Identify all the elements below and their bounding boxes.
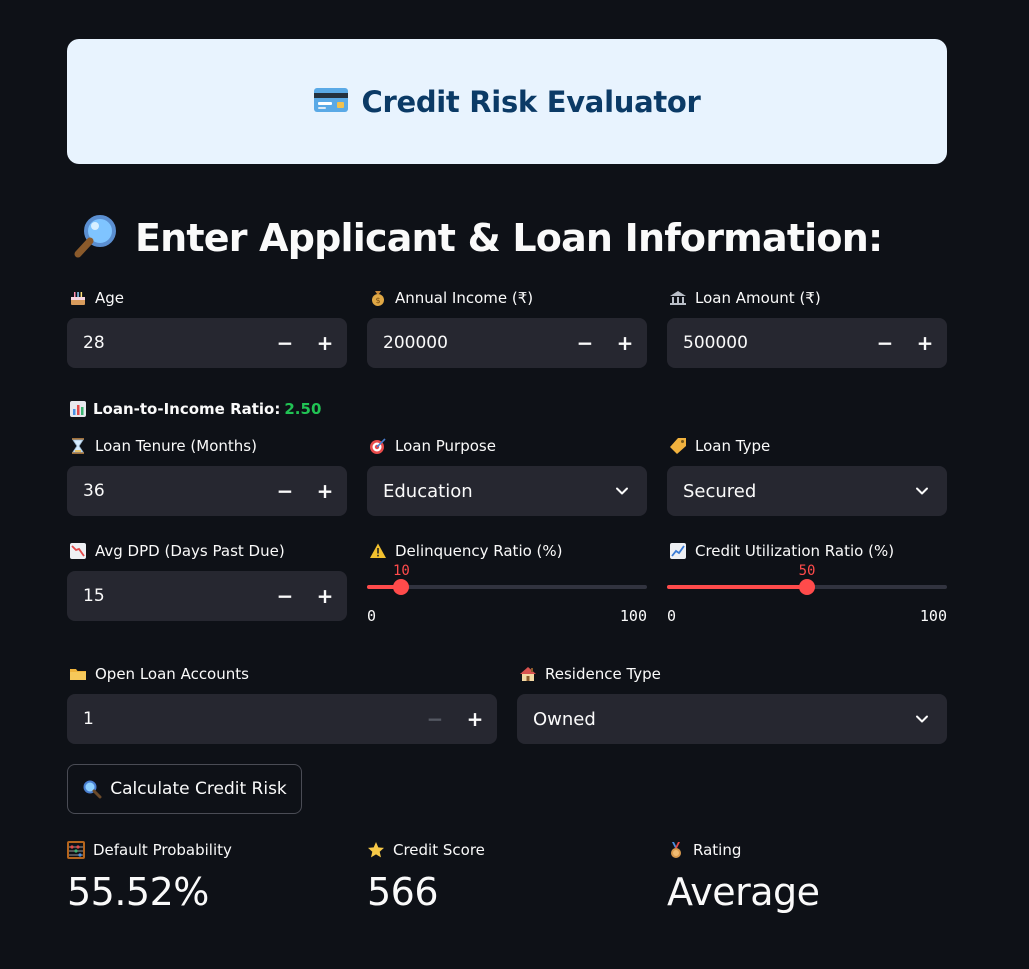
credit-card-icon [313,87,349,117]
medal-icon [667,841,685,859]
loan-amount-value[interactable]: 500000 [683,318,748,368]
age-field: Age 28 − + [67,288,347,368]
slider-min: 0 [367,607,377,625]
default-probability-value: 55.52% [67,870,209,914]
residence-select[interactable]: Owned [517,694,947,744]
income-label: Annual Income (₹) [395,289,534,307]
delinquency-field: Delinquency Ratio (%) 10 0 100 [367,541,647,641]
loan-type-field: Loan Type Secured [667,436,947,516]
rating-label: Rating [693,841,742,859]
credit-score-label: Credit Score [393,841,485,859]
credit-score-metric: Credit Score 566 [367,840,485,914]
dpd-label: Avg DPD (Days Past Due) [95,542,285,560]
utilization-slider[interactable]: 50 0 100 [667,541,947,631]
open-accounts-label: Open Loan Accounts [95,665,249,683]
tenure-value[interactable]: 36 [83,466,105,516]
tenure-input[interactable]: 36 − + [67,466,347,516]
tag-icon [669,437,687,455]
open-accounts-value[interactable]: 1 [83,694,94,744]
loan-amount-field: Loan Amount (₹) 500000 − + [667,288,947,368]
open-accounts-increment-button[interactable]: + [455,694,495,744]
money-bag-icon: $ [369,289,387,307]
income-field: $ Annual Income (₹) 200000 − + [367,288,647,368]
star-icon [367,841,385,859]
loan-amount-increment-button[interactable]: + [905,318,945,368]
dpd-decrement-button[interactable]: − [265,571,305,621]
loan-amount-label: Loan Amount (₹) [695,289,821,307]
magnifier-icon [73,213,119,263]
residence-label: Residence Type [545,665,661,683]
default-probability-label: Default Probability [93,841,232,859]
dpd-field: Avg DPD (Days Past Due) 15 − + [67,541,347,621]
tenure-decrement-button[interactable]: − [265,466,305,516]
purpose-label: Loan Purpose [395,437,496,455]
rating-metric: Rating Average [667,840,820,914]
bar-chart-icon [69,400,87,418]
slider-min: 0 [667,607,677,625]
age-increment-button[interactable]: + [305,318,345,368]
calculate-button-label: Calculate Credit Risk [110,779,287,799]
chevron-down-icon[interactable] [915,483,929,502]
residence-field: Residence Type Owned [517,664,947,744]
ratio-label: Loan-to-Income Ratio: [93,400,281,418]
income-input[interactable]: 200000 − + [367,318,647,368]
income-value[interactable]: 200000 [383,318,448,368]
hourglass-icon [69,437,87,455]
open-accounts-decrement-button[interactable]: − [415,694,455,744]
abacus-icon [67,841,85,859]
purpose-value: Education [383,480,473,502]
ratio-value: 2.50 [284,400,322,418]
section-heading: Enter Applicant & Loan Information: [73,212,883,264]
tenure-label: Loan Tenure (Months) [95,437,257,455]
slider-fill [667,585,807,589]
slider-max: 100 [919,607,947,625]
loan-type-label: Loan Type [695,437,771,455]
house-icon [519,665,537,683]
rating-value: Average [667,870,820,914]
delinquency-slider-value: 10 [392,563,410,579]
slider-thumb[interactable] [393,579,410,595]
dpd-increment-button[interactable]: + [305,571,345,621]
age-decrement-button[interactable]: − [265,318,305,368]
header-banner: Credit Risk Evaluator [67,39,947,164]
tenure-field: Loan Tenure (Months) 36 − + [67,436,347,516]
chevron-down-icon[interactable] [915,711,929,730]
loan-amount-input[interactable]: 500000 − + [667,318,947,368]
age-label: Age [95,289,125,307]
section-title: Enter Applicant & Loan Information: [135,216,883,260]
loan-to-income-ratio: Loan-to-Income Ratio: 2.50 [69,398,321,420]
bank-icon [669,289,687,307]
tenure-increment-button[interactable]: + [305,466,345,516]
loan-type-value: Secured [683,480,757,502]
utilization-field: Credit Utilization Ratio (%) 50 0 100 [667,541,947,641]
open-accounts-input[interactable]: 1 − + [67,694,497,744]
utilization-slider-value: 50 [798,563,816,579]
loan-type-select[interactable]: Secured [667,466,947,516]
income-decrement-button[interactable]: − [565,318,605,368]
svg-text:$: $ [375,296,380,305]
chevron-down-icon[interactable] [615,483,629,502]
chart-down-icon [69,542,87,560]
credit-score-value: 566 [367,870,439,914]
age-value[interactable]: 28 [83,318,105,368]
purpose-select[interactable]: Education [367,466,647,516]
target-icon [369,437,387,455]
search-icon [82,779,102,799]
slider-max: 100 [619,607,647,625]
loan-amount-decrement-button[interactable]: − [865,318,905,368]
calculate-credit-risk-button[interactable]: Calculate Credit Risk [67,764,302,814]
dpd-input[interactable]: 15 − + [67,571,347,621]
purpose-field: Loan Purpose Education [367,436,647,516]
age-input[interactable]: 28 − + [67,318,347,368]
folder-icon [69,665,87,683]
income-increment-button[interactable]: + [605,318,645,368]
delinquency-slider[interactable]: 10 0 100 [367,541,647,631]
open-accounts-field: Open Loan Accounts 1 − + [67,664,497,744]
dpd-value[interactable]: 15 [83,571,105,621]
default-probability-metric: Default Probability 55.52% [67,840,232,914]
cake-icon [69,289,87,307]
residence-value: Owned [533,708,596,730]
slider-thumb[interactable] [799,579,815,595]
app-title: Credit Risk Evaluator [361,84,701,119]
